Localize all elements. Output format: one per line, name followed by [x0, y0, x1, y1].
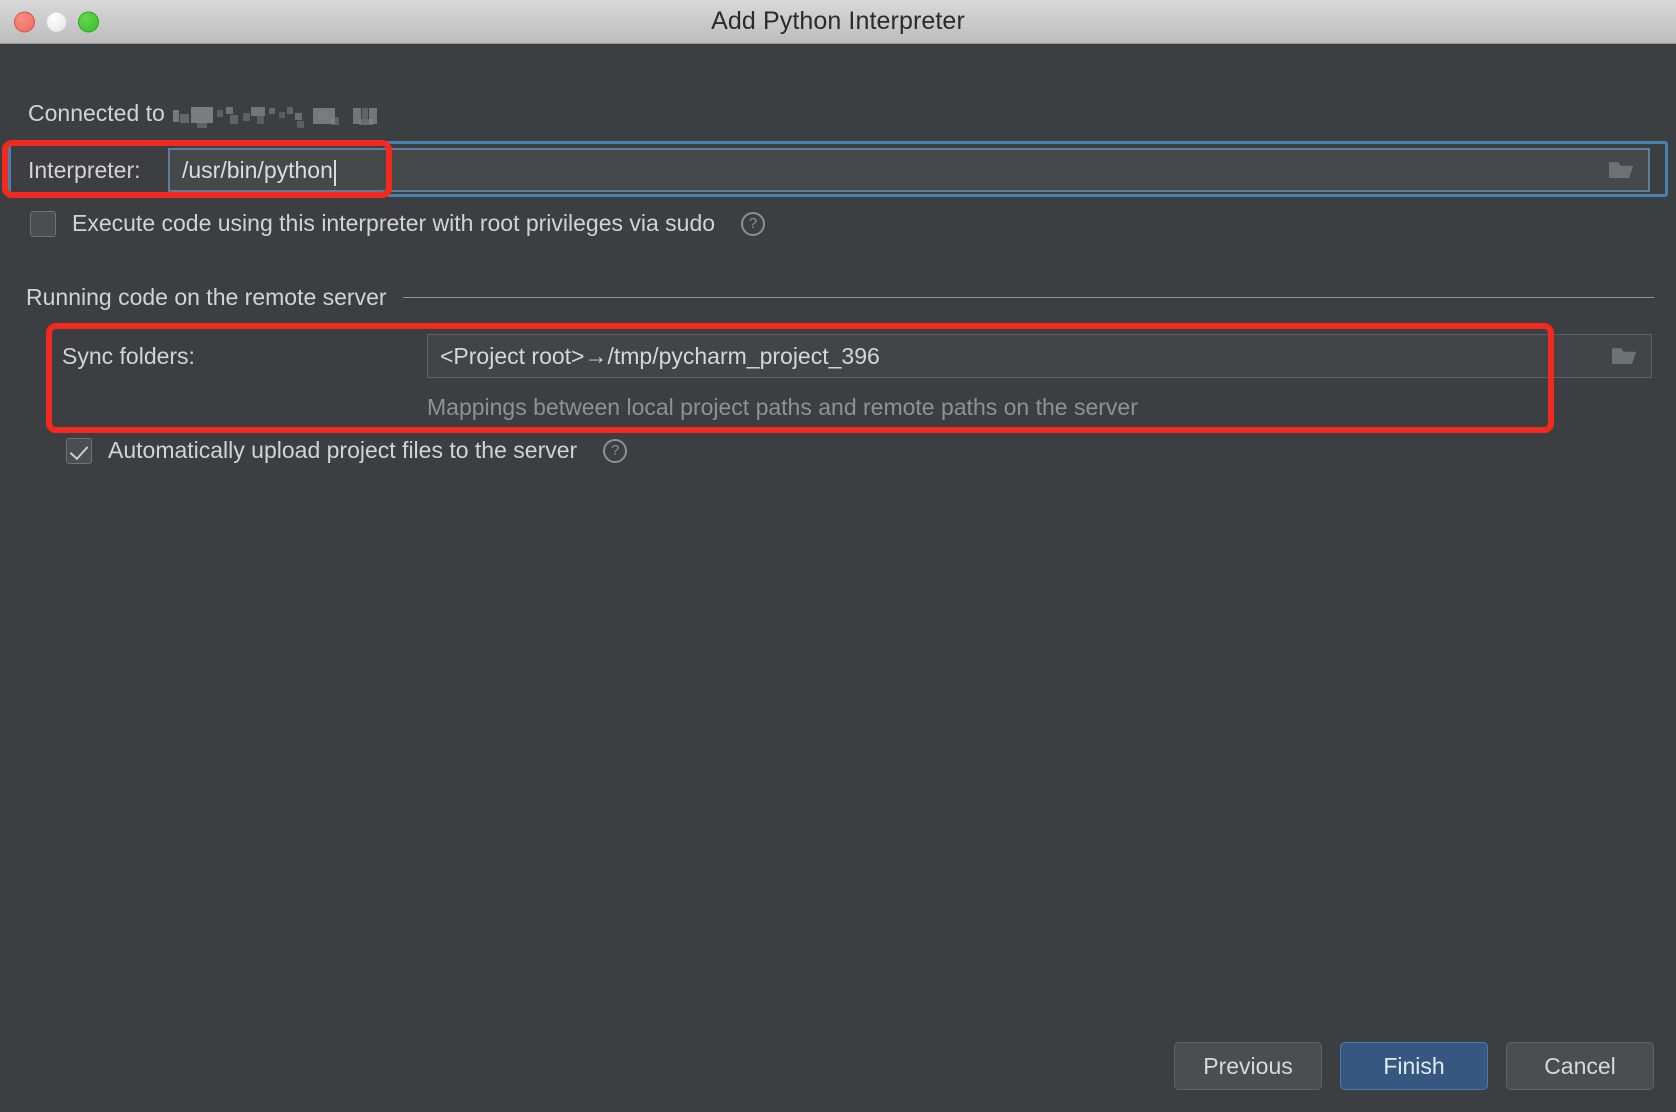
- sync-folders-hint: Mappings between local project paths and…: [427, 394, 1138, 420]
- text-caret: [333, 160, 336, 186]
- auto-upload-label: Automatically upload project files to th…: [108, 437, 578, 463]
- interpreter-row: Interpreter: /usr/bin/python: [28, 148, 1650, 192]
- window-controls: [14, 11, 99, 32]
- sudo-checkbox[interactable]: [30, 210, 56, 237]
- sync-folders-row: Sync folders: <Project root>→/tmp/pychar…: [62, 334, 1652, 378]
- interpreter-label: Interpreter:: [28, 156, 141, 183]
- remote-section-header: Running code on the remote server: [26, 284, 1654, 311]
- minimize-button[interactable]: [46, 11, 67, 32]
- folder-icon[interactable]: [1609, 344, 1639, 368]
- close-button[interactable]: [14, 11, 35, 32]
- auto-upload-row[interactable]: Automatically upload project files to th…: [66, 437, 628, 464]
- previous-button[interactable]: Previous: [1174, 1042, 1322, 1090]
- finish-button[interactable]: Finish: [1340, 1042, 1488, 1090]
- dialog-footer: Previous Finish Cancel: [1174, 1042, 1654, 1090]
- cancel-button[interactable]: Cancel: [1506, 1042, 1654, 1090]
- section-title: Running code on the remote server: [26, 284, 387, 310]
- zoom-button[interactable]: [78, 11, 99, 32]
- help-icon[interactable]: ?: [741, 211, 766, 236]
- sudo-checkbox-row[interactable]: Execute code using this interpreter with…: [30, 210, 766, 237]
- window-title: Add Python Interpreter: [711, 7, 965, 35]
- sync-folders-value: <Project root>→/tmp/pycharm_project_396: [440, 342, 880, 369]
- interpreter-input[interactable]: /usr/bin/python: [168, 148, 1650, 192]
- connection-status: Connected to: [28, 100, 393, 128]
- interpreter-value: /usr/bin/python: [182, 156, 333, 183]
- connection-status-label: Connected to: [28, 100, 172, 126]
- redacted-host-text: [173, 104, 393, 128]
- sync-folders-input[interactable]: <Project root>→/tmp/pycharm_project_396: [427, 334, 1652, 378]
- dialog-body: Connected to Interpreter: /usr/bin/pytho…: [0, 44, 1676, 1112]
- help-icon[interactable]: ?: [603, 438, 628, 463]
- sudo-checkbox-label: Execute code using this interpreter with…: [72, 210, 716, 236]
- title-bar: Add Python Interpreter: [0, 0, 1676, 44]
- folder-icon[interactable]: [1606, 158, 1636, 182]
- sync-folders-label: Sync folders:: [62, 342, 195, 369]
- section-divider: [402, 297, 1654, 298]
- auto-upload-checkbox[interactable]: [66, 437, 92, 464]
- add-python-interpreter-dialog: Add Python Interpreter Connected to Inte…: [0, 0, 1676, 1112]
